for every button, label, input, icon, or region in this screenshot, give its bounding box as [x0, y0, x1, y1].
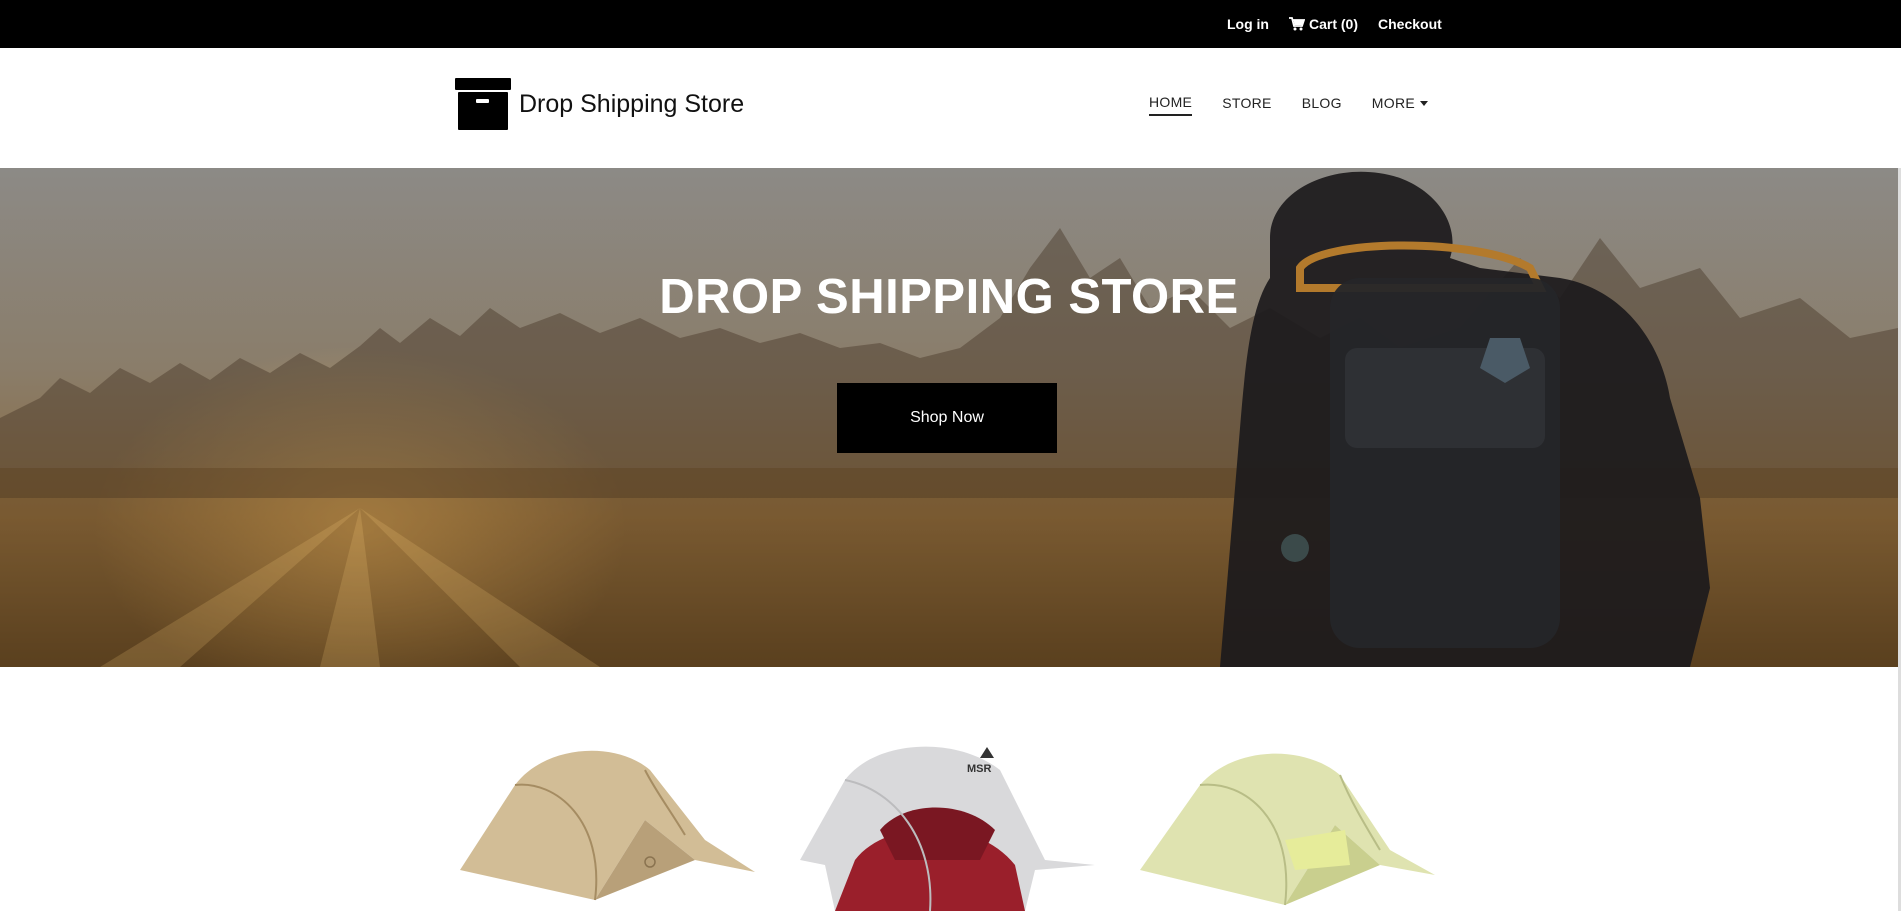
login-label: Log in	[1227, 16, 1269, 32]
nav-more-label: MORE	[1371, 95, 1415, 111]
nav-home[interactable]: HOME	[1149, 94, 1193, 116]
msr-logo-text: MSR	[967, 763, 992, 775]
shop-now-button[interactable]: Shop Now	[837, 383, 1057, 453]
site-logo[interactable]: Drop Shipping Store	[455, 78, 744, 130]
hero-title: DROP SHIPPING STORE	[659, 270, 1239, 324]
chevron-down-icon	[1420, 100, 1428, 106]
cart-icon	[1289, 17, 1305, 31]
tent-image	[1140, 753, 1435, 906]
top-utility-bar: Log in Cart (0) Checkout	[0, 0, 1901, 48]
cart-label: Cart (0)	[1309, 16, 1359, 32]
product-card-tan-tent[interactable]	[455, 700, 760, 911]
main-nav: HOME STORE BLOG MORE	[1149, 94, 1428, 116]
nav-store[interactable]: STORE	[1222, 94, 1271, 116]
tent-image: MSR	[800, 746, 1095, 911]
checkout-label: Checkout	[1378, 16, 1442, 32]
checkout-link[interactable]: Checkout	[1378, 16, 1442, 32]
product-card-green-tent[interactable]	[1135, 700, 1440, 911]
product-card-msr-tent[interactable]: MSR	[795, 700, 1100, 911]
archive-box-icon	[455, 78, 511, 130]
nav-more[interactable]: MORE	[1372, 94, 1428, 116]
site-header: Drop Shipping Store HOME STORE BLOG MORE	[0, 48, 1901, 168]
utility-links: Log in Cart (0) Checkout	[1227, 0, 1442, 48]
logo-text: Drop Shipping Store	[519, 89, 745, 118]
nav-blog[interactable]: BLOG	[1302, 94, 1342, 116]
hero-banner: DROP SHIPPING STORE Shop Now	[0, 168, 1898, 667]
product-row: MSR	[455, 700, 1455, 911]
cart-link[interactable]: Cart (0)	[1289, 16, 1358, 32]
tent-image	[460, 750, 755, 901]
login-link[interactable]: Log in	[1227, 16, 1269, 32]
